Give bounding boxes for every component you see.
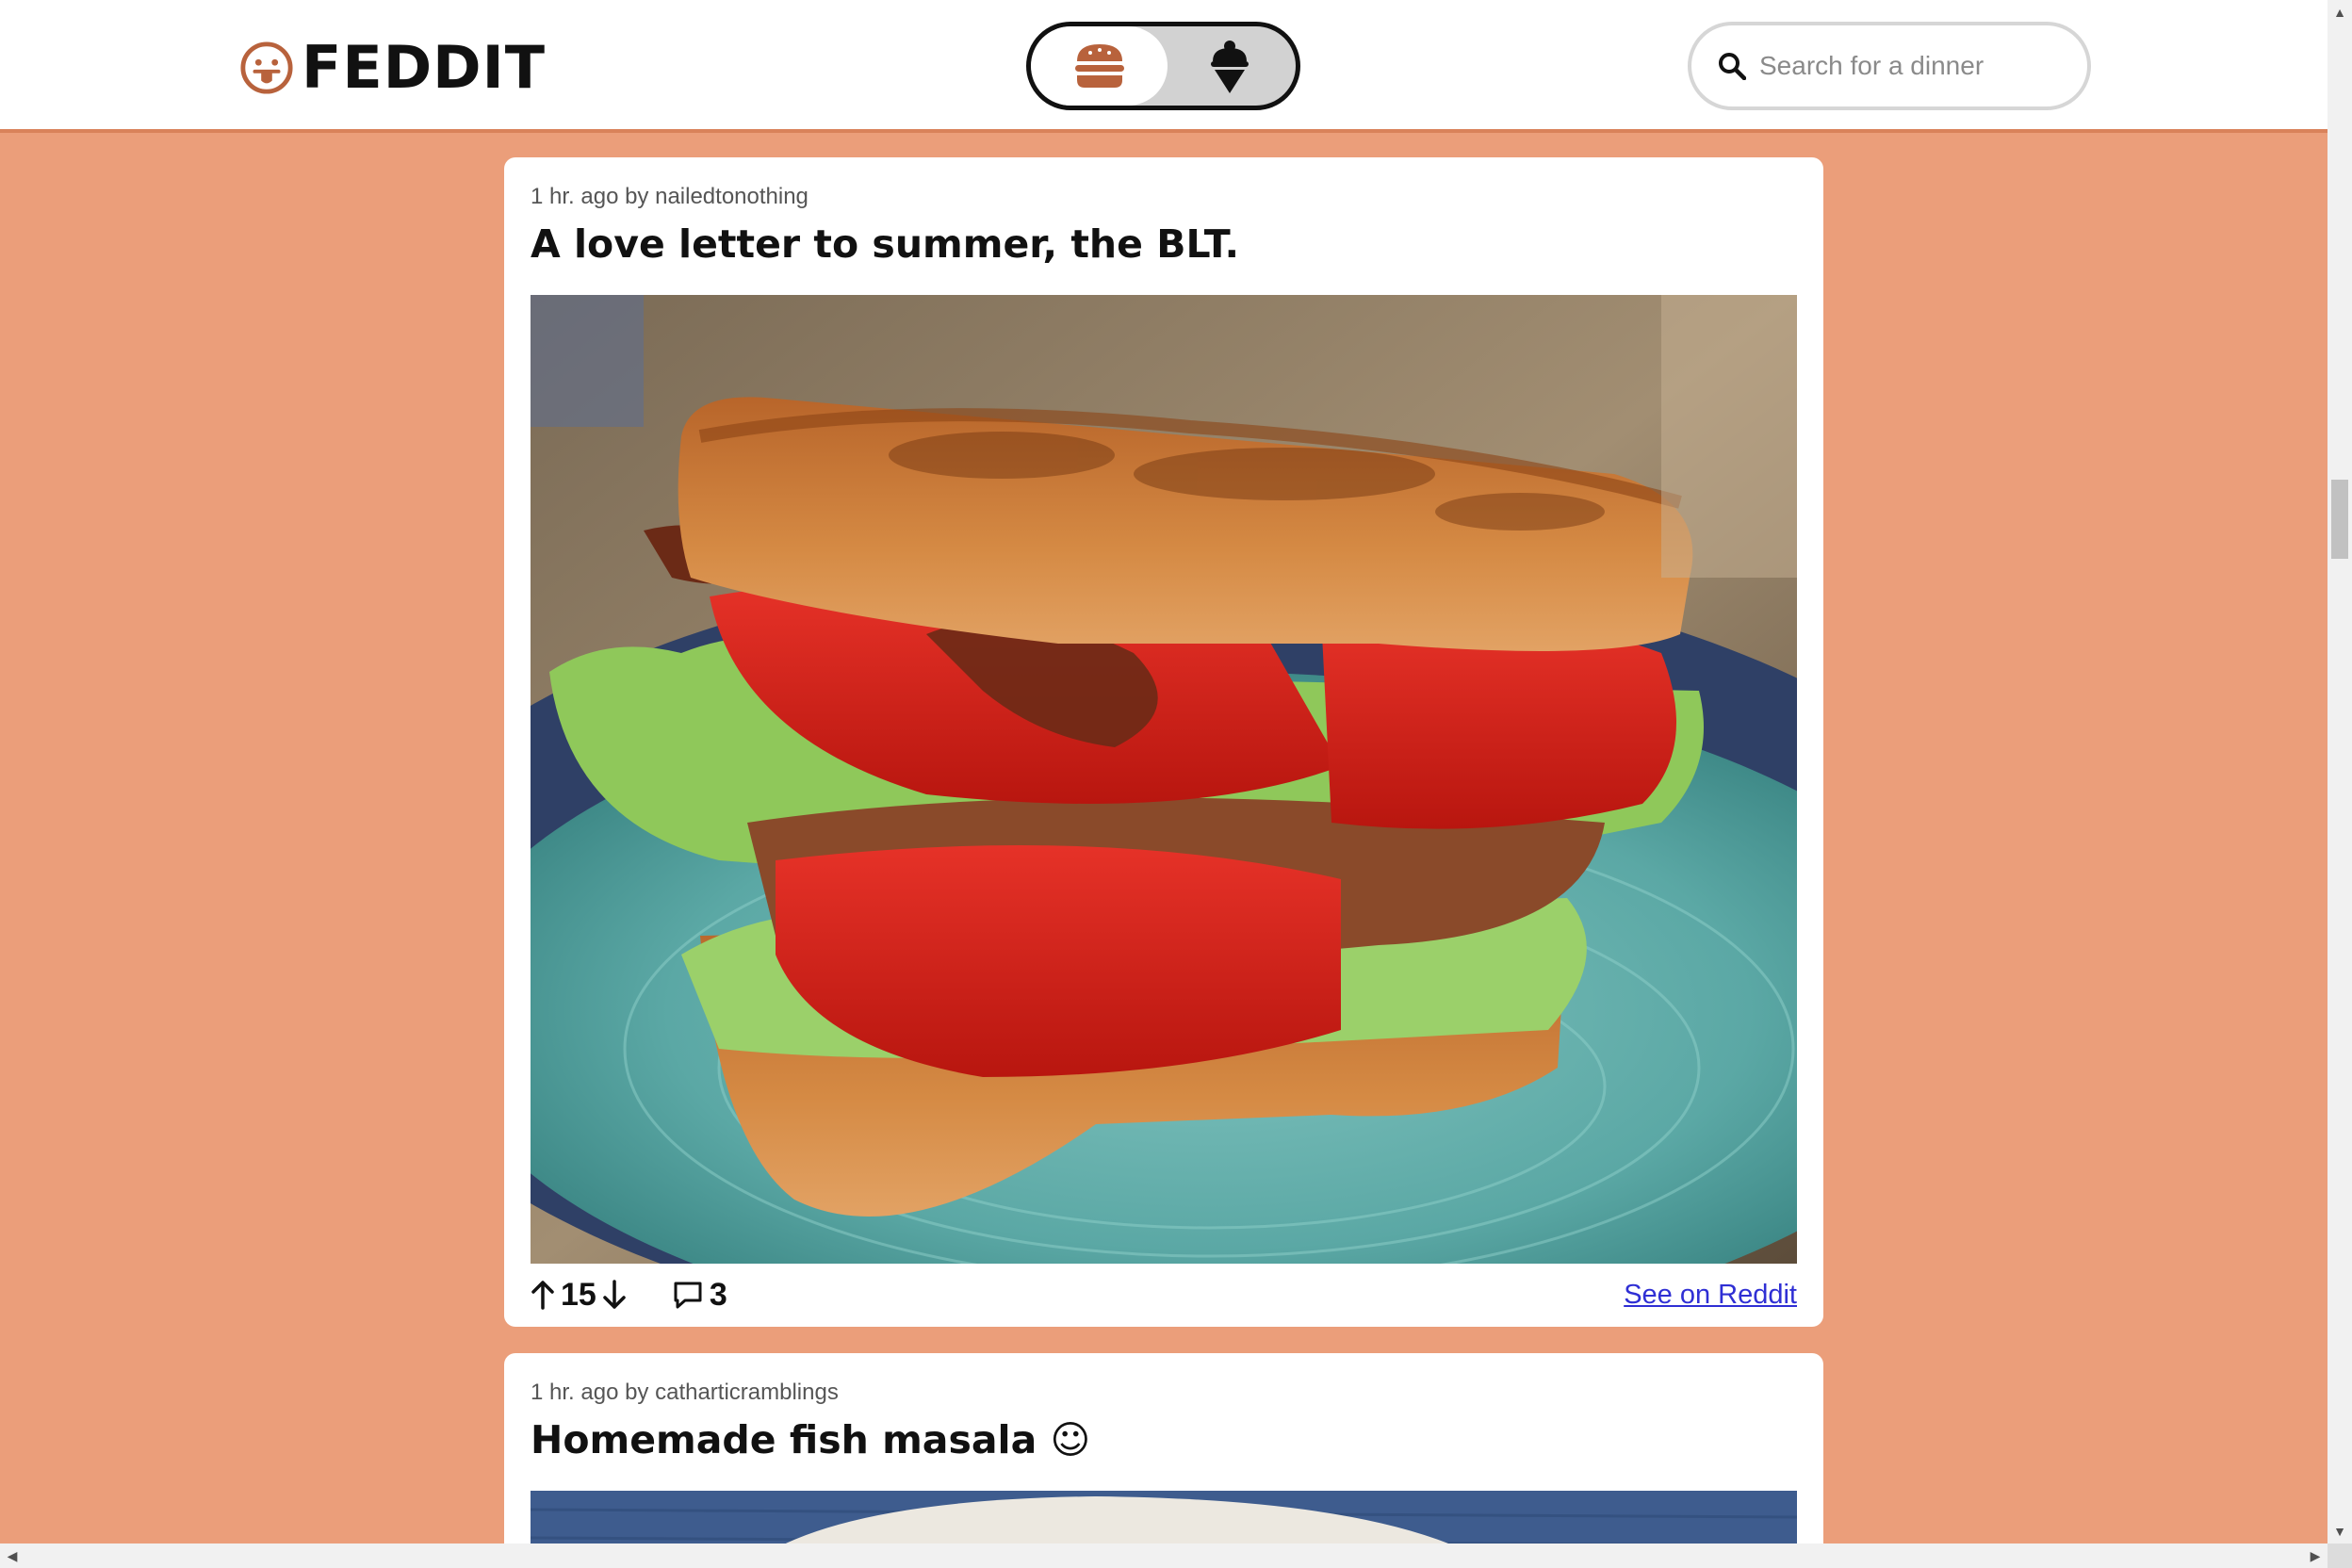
post-image[interactable] [531,295,1797,1264]
post-title[interactable]: Homemade fish masala ☺ [531,1417,1090,1462]
search-input[interactable] [1759,51,2070,81]
downvote-arrow-icon[interactable] [602,1280,627,1310]
comment-bubble-icon [674,1282,702,1309]
logo[interactable]: FEDDIT [239,38,546,98]
burger-icon [1074,44,1124,88]
post-title[interactable]: A love letter to summer, the BLT. [531,221,1239,267]
logo-text: FEDDIT [302,33,546,102]
post-actions: 15 3 See on Reddit [531,1275,1797,1315]
post-card: 1 hr. ago by nailedtonothing A love lett… [504,157,1823,1327]
vertical-scrollbar[interactable]: ▲ ▼ [2328,0,2352,1544]
scroll-up-arrow-icon[interactable]: ▲ [2328,0,2352,24]
drooling-face-icon [240,41,293,94]
toggle-option-sweet[interactable] [1164,26,1296,106]
vote-controls: 15 [531,1277,627,1314]
ice-cream-icon [1211,41,1249,93]
blt-sandwich-image [531,295,1797,1264]
top-navbar: FEDDIT [0,0,2328,133]
scroll-left-arrow-icon[interactable]: ◀ [0,1544,24,1568]
post-meta: 1 hr. ago by nailedtonothing [531,184,808,209]
scrollbar-thumb[interactable] [2331,480,2348,559]
vote-score: 15 [561,1276,596,1313]
see-on-reddit-link[interactable]: See on Reddit [1624,1280,1797,1311]
post-meta: 1 hr. ago by catharticramblings [531,1380,839,1405]
search-box[interactable] [1688,22,2091,110]
scrollbar-corner [2328,1544,2352,1568]
scroll-down-arrow-icon[interactable]: ▼ [2328,1519,2352,1544]
scroll-right-arrow-icon[interactable]: ▶ [2303,1544,2328,1568]
comment-count: 3 [709,1276,727,1313]
food-type-toggle[interactable] [1026,22,1300,110]
horizontal-scrollbar[interactable]: ◀ ▶ [0,1544,2328,1568]
post-card: 1 hr. ago by catharticramblings Homemade… [504,1353,1823,1568]
search-icon [1719,53,1746,80]
upvote-arrow-icon[interactable] [531,1280,555,1310]
toggle-option-savory[interactable] [1031,26,1168,106]
comments-button[interactable]: 3 [672,1277,727,1314]
